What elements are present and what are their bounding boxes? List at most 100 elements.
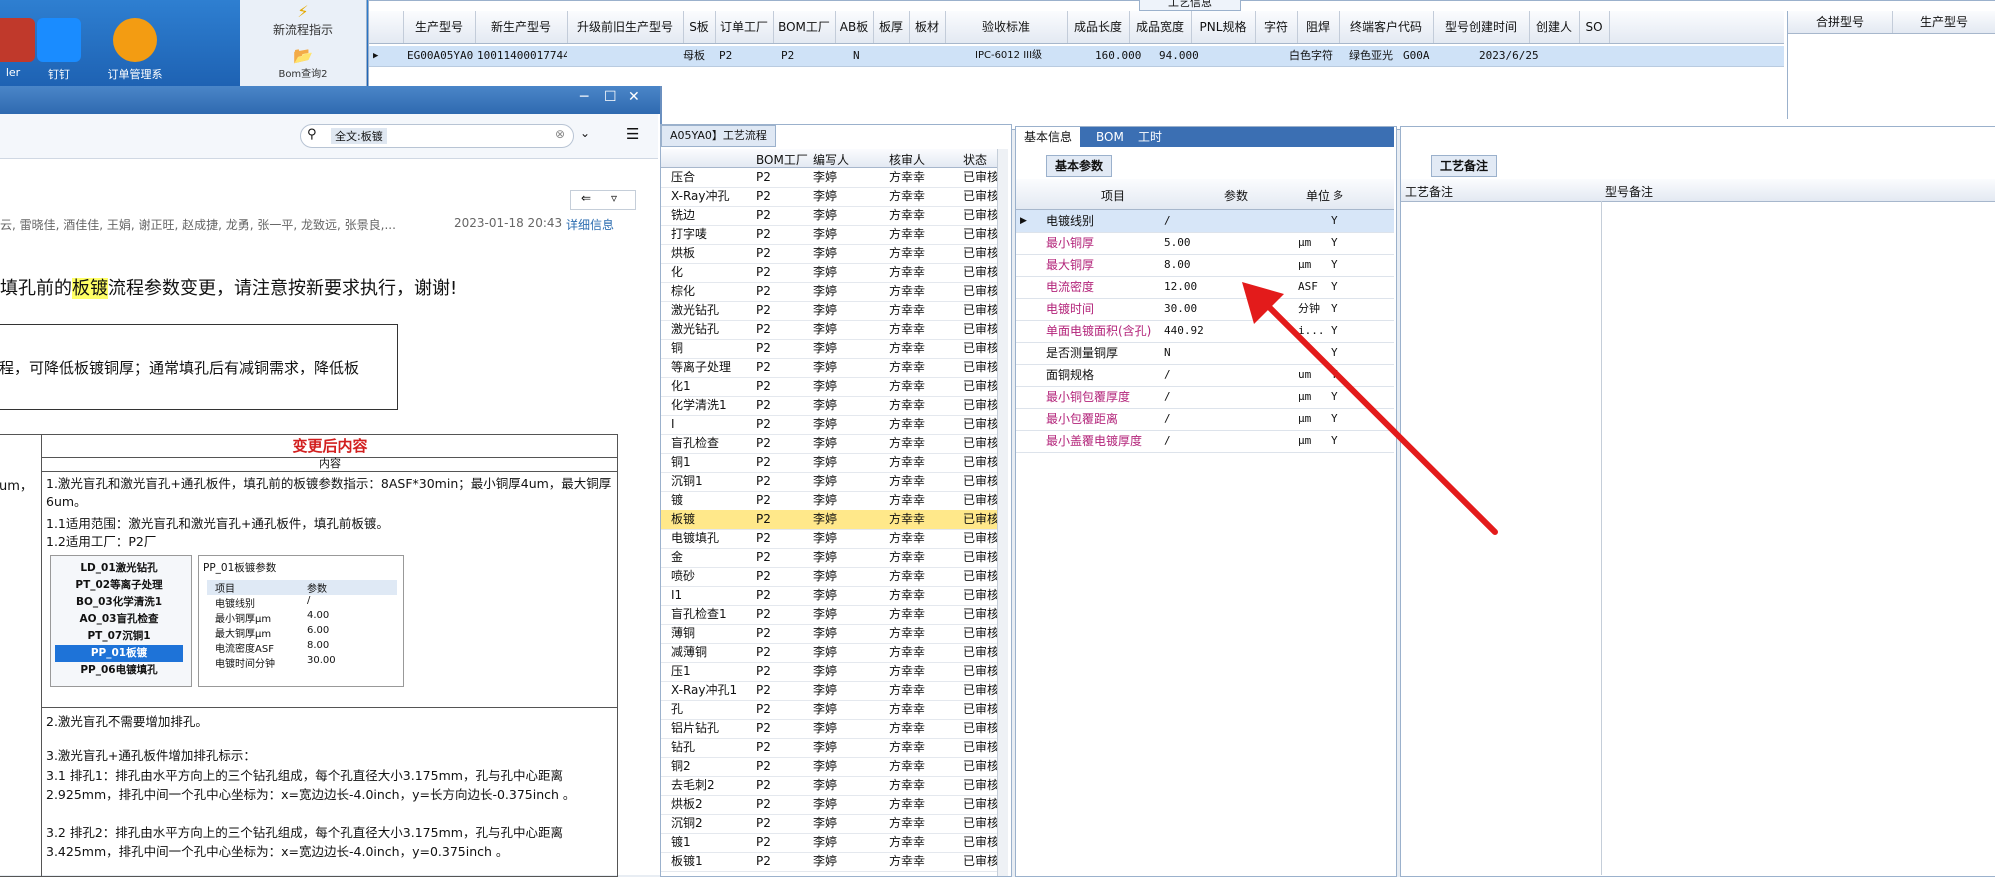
table-row[interactable]: 化学清洗1 P2 李婷 方幸幸 已审核 [661,396,1006,416]
header-cell[interactable]: 升级前旧生产型号 [567,11,684,43]
header-cell[interactable]: 创建人 [1529,11,1580,43]
close-icon[interactable]: ✕ [628,89,640,105]
detail-link[interactable]: 详细信息 [566,216,614,233]
table-row[interactable]: 减薄铜 P2 李婷 方幸幸 已审核 [661,643,1006,663]
tab-basic-params[interactable]: 基本参数 [1046,155,1113,177]
table-row[interactable]: 烘板2 P2 李婷 方幸幸 已审核 [661,795,1006,815]
tab-basic-info[interactable]: 基本信息 [1016,127,1081,147]
table-row[interactable]: 盲孔检查 P2 李婷 方幸幸 已审核 [661,434,1006,454]
header-cell[interactable]: 生产型号 [403,11,476,43]
table-row[interactable]: 沉铜1 P2 李婷 方幸幸 已审核 [661,472,1006,492]
table-row[interactable]: X-Ray冲孔 P2 李婷 方幸幸 已审核 [661,187,1006,207]
table-row[interactable]: 铝片钻孔 P2 李婷 方幸幸 已审核 [661,719,1006,739]
header-cell[interactable]: 板材 [909,11,946,43]
header-cell[interactable]: 订单工厂 [715,11,774,43]
chevron-down-icon[interactable]: ▿ [611,191,617,205]
table-row[interactable]: 压1 P2 李婷 方幸幸 已审核 [661,662,1006,682]
table-row[interactable]: 最大铜厚 8.00 μm Y [1016,254,1394,277]
header-cell[interactable]: S板 [683,11,716,43]
header-cell[interactable]: 生产型号 [1892,11,1995,33]
bom-query-item[interactable]: 📂 Bom查询2 [240,46,366,80]
table-row[interactable]: ▶ 电镀线别 / Y [1016,210,1394,233]
header-cell[interactable]: 板厚 [873,11,910,43]
table-row[interactable]: ▶ EG00A05YA0 10011400017744 母板 P2 P2 N I… [369,46,1784,67]
table-row[interactable]: 铜 P2 李婷 方幸幸 已审核 [661,339,1006,359]
table-row[interactable]: X-Ray冲孔1 P2 李婷 方幸幸 已审核 [661,681,1006,701]
table-row[interactable]: 铜1 P2 李婷 方幸幸 已审核 [661,453,1006,473]
table-row[interactable]: 镀 P2 李婷 方幸幸 已审核 [661,491,1006,511]
header-cell[interactable]: BOM工厂 [773,11,836,43]
header-cell[interactable]: AB板 [835,11,874,43]
table-row[interactable]: 孔 P2 李婷 方幸幸 已审核 [661,700,1006,720]
clear-icon[interactable]: ⊗ [555,127,565,141]
desktop-icon-dingtalk[interactable]: 钉钉 [24,18,94,82]
table-row[interactable]: 激光钻孔 P2 李婷 方幸幸 已审核 [661,301,1006,321]
table-cell: 打字唛 [671,227,708,241]
header-cell[interactable]: 合拼型号 [1788,11,1893,33]
table-row[interactable]: 金 P2 李婷 方幸幸 已审核 [661,548,1006,568]
maximize-icon[interactable]: ☐ [604,89,617,105]
table-row[interactable]: 化 P2 李婷 方幸幸 已审核 [661,263,1006,283]
header-cell[interactable]: 成品长度 [1067,11,1130,43]
table-row[interactable]: 棕化 P2 李婷 方幸幸 已审核 [661,282,1006,302]
table-row[interactable]: 铜2 P2 李婷 方幸幸 已审核 [661,757,1006,777]
search-box[interactable]: ⚲ 全文:板镀 ⊗ [300,124,574,148]
scrollbar[interactable] [997,149,1008,876]
table-row[interactable]: 等离子处理 P2 李婷 方幸幸 已审核 [661,358,1006,378]
header-cell[interactable]: 型号备注 [1605,183,1653,200]
header-cell[interactable]: 阻焊 [1297,11,1340,43]
table-row[interactable]: 沉铜2 P2 李婷 方幸幸 已审核 [661,814,1006,834]
table-row[interactable]: 打字唛 P2 李婷 方幸幸 已审核 [661,225,1006,245]
header-cell[interactable]: 工艺备注 [1405,183,1453,200]
header-cell[interactable]: 项目 [1101,187,1125,204]
header-cell[interactable]: 单位 [1306,187,1330,204]
header-cell[interactable]: 参数 [1224,187,1248,204]
table-row[interactable]: 板镀 P2 李婷 方幸幸 已审核 [661,510,1006,530]
tab-process-flow[interactable]: A05YA0】工艺流程 [661,125,776,147]
header-cell[interactable]: 型号创建时间 [1433,11,1530,43]
table-row[interactable]: 去毛刺2 P2 李婷 方幸幸 已审核 [661,776,1006,796]
table-cell: P2 [756,436,771,450]
new-process-guide-item[interactable]: ⚡ 新流程指示 [240,2,366,38]
header-cell[interactable]: 状态 [963,151,987,168]
table-row[interactable]: I1 P2 李婷 方幸幸 已审核 [661,586,1006,606]
header-cell[interactable]: 字符 [1255,11,1298,43]
minimize-icon[interactable]: ─ [580,89,588,105]
table-row[interactable]: 烘板 P2 李婷 方幸幸 已审核 [661,244,1006,264]
table-row[interactable]: 电镀填孔 P2 李婷 方幸幸 已审核 [661,529,1006,549]
header-cell[interactable]: 验收标准 [945,11,1068,43]
tab-work-hours[interactable]: 工时 [1130,127,1170,147]
tab-bom[interactable]: BOM [1088,127,1132,147]
table-row[interactable]: 薄铜 P2 李婷 方幸幸 已审核 [661,624,1006,644]
table-cell: 方幸幸 [889,664,926,678]
header-cell[interactable]: 多 [1333,187,1343,202]
menu-icon[interactable]: ☰ [626,125,639,143]
remark-header: 工艺备注 型号备注 [1401,179,1995,202]
header-cell[interactable]: 编写人 [813,151,849,168]
header-cell[interactable]: 新生产型号 [475,11,568,43]
search-input[interactable]: 全文:板镀 [331,128,387,144]
table-row[interactable]: 钻孔 P2 李婷 方幸幸 已审核 [661,738,1006,758]
table-row[interactable]: 板镀1 P2 李婷 方幸幸 已审核 [661,852,1006,872]
info-tab-bar: 基本信息 BOM 工时 [1016,127,1394,147]
table-row[interactable]: 盲孔检查1 P2 李婷 方幸幸 已审核 [661,605,1006,625]
table-row[interactable]: 喷砂 P2 李婷 方幸幸 已审核 [661,567,1006,587]
table-row[interactable]: 压合 P2 李婷 方幸幸 已审核 [661,168,1006,188]
table-cell: 喷砂 [671,569,696,583]
chevron-down-icon[interactable]: ⌄ [580,126,590,140]
table-row[interactable]: 激光钻孔 P2 李婷 方幸幸 已审核 [661,320,1006,340]
table-row[interactable]: I P2 李婷 方幸幸 已审核 [661,415,1006,435]
table-row[interactable]: 最小铜厚 5.00 μm Y [1016,232,1394,255]
table-row[interactable]: 铣边 P2 李婷 方幸幸 已审核 [661,206,1006,226]
header-cell[interactable]: BOM工厂 [756,151,808,168]
desktop-icon-order-system[interactable]: 订单管理系 [100,18,170,82]
table-row[interactable]: 镀1 P2 李婷 方幸幸 已审核 [661,833,1006,853]
header-cell[interactable]: SO [1579,11,1610,43]
tab-process-remark[interactable]: 工艺备注 [1431,155,1498,177]
header-cell[interactable]: PNL规格 [1191,11,1256,43]
reply-icon[interactable]: ⇐ [581,191,591,205]
table-row[interactable]: 化1 P2 李婷 方幸幸 已审核 [661,377,1006,397]
header-cell[interactable]: 核审人 [889,151,925,168]
header-cell[interactable]: 成品宽度 [1129,11,1192,43]
header-cell[interactable]: 终端客户代码 [1339,11,1434,43]
